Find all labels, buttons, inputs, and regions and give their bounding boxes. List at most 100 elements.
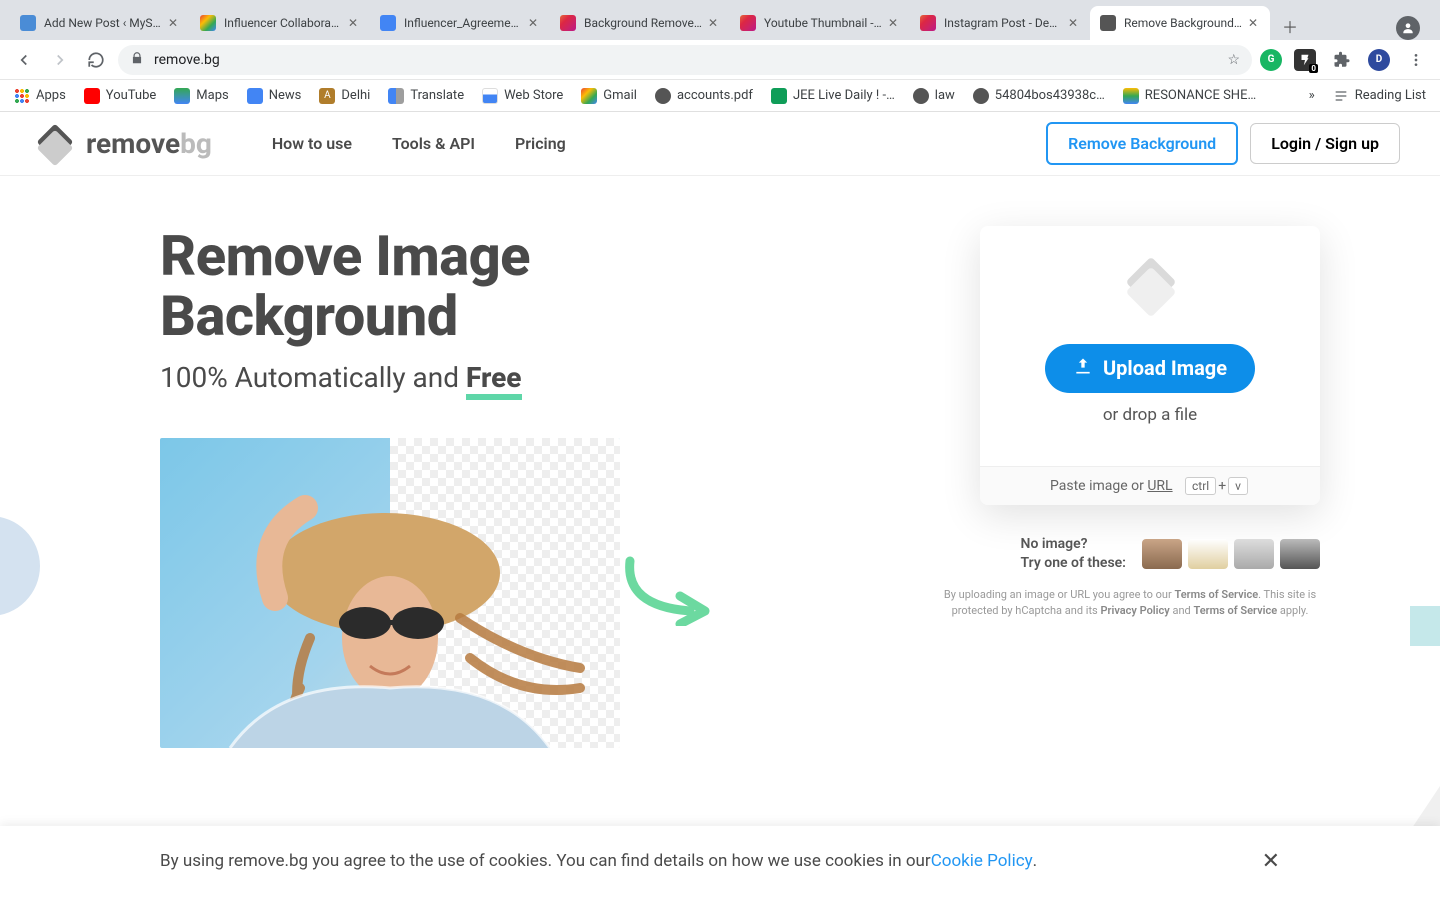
bm-accounts[interactable]: accounts.pdf (655, 88, 753, 104)
tab-5[interactable]: Instagram Post - Desi… ✕ (910, 6, 1090, 40)
drop-logo-icon (1115, 268, 1185, 318)
bm-resonance[interactable]: RESONANCE SHE… (1123, 88, 1256, 104)
try-text: No image? Try one of these: (1021, 535, 1126, 573)
close-icon[interactable]: ✕ (1246, 16, 1260, 30)
bm-label: RESONANCE SHE… (1145, 88, 1256, 103)
site-logo[interactable]: removebg (40, 127, 212, 160)
nav-howto[interactable]: How to use (272, 134, 352, 153)
title-line: Background (160, 283, 458, 349)
paste-url-link[interactable]: URL (1147, 478, 1172, 494)
close-icon[interactable]: ✕ (166, 16, 180, 30)
toolbar-extensions: G 0 D (1260, 46, 1430, 74)
bm-law[interactable]: law (913, 88, 955, 104)
drop-subtext: or drop a file (1103, 405, 1197, 425)
close-icon[interactable]: ✕ (346, 16, 360, 30)
close-icon[interactable]: ✕ (1066, 16, 1080, 30)
tab-strip: Add New Post ‹ MySm… ✕ Influencer Collab… (0, 0, 1440, 40)
chrome-frame: Add New Post ‹ MySm… ✕ Influencer Collab… (0, 0, 1440, 112)
remove-background-button[interactable]: Remove Background (1046, 122, 1238, 165)
tos-link-2[interactable]: Terms of Service (1193, 604, 1277, 617)
webstore-icon (482, 88, 498, 104)
browser-toolbar: remove.bg ☆ G 0 D (0, 40, 1440, 80)
tab-6[interactable]: Remove Background f… ✕ (1090, 6, 1270, 40)
drop-card: Upload Image or drop a file Paste image … (980, 226, 1320, 505)
upload-image-button[interactable]: Upload Image (1045, 344, 1255, 393)
main-content: Remove Image Background 100% Automatical… (0, 176, 1440, 896)
tab-2[interactable]: Influencer_Agreemen… ✕ (370, 6, 550, 40)
sheets-icon (771, 88, 787, 104)
bm-label: YouTube (106, 88, 157, 103)
address-bar[interactable]: remove.bg ☆ (118, 45, 1252, 75)
reload-button[interactable] (82, 46, 110, 74)
close-icon[interactable]: ✕ (886, 16, 900, 30)
profile-avatar-icon[interactable] (1396, 16, 1420, 40)
tos-link[interactable]: Terms of Service (1174, 588, 1258, 601)
bm-label: Gmail (603, 88, 637, 103)
drop-area[interactable]: Upload Image or drop a file (980, 226, 1320, 466)
tab-title: Instagram Post - Desi… (944, 16, 1062, 30)
upload-icon (1073, 356, 1093, 381)
forward-button[interactable] (46, 46, 74, 74)
drive-icon (1123, 88, 1139, 104)
close-icon[interactable]: ✕ (706, 16, 720, 30)
tab-4[interactable]: Youtube Thumbnail - … ✕ (730, 6, 910, 40)
bm-youtube[interactable]: YouTube (84, 88, 157, 104)
bm-gmail[interactable]: Gmail (581, 88, 637, 104)
back-button[interactable] (10, 46, 38, 74)
sample-thumb-2[interactable] (1188, 539, 1228, 569)
sub-free: Free (466, 361, 522, 394)
extension-icon-2[interactable]: D (1368, 49, 1390, 71)
bm-label: Maps (196, 88, 228, 103)
tab-0[interactable]: Add New Post ‹ MySm… ✕ (10, 6, 190, 40)
cookie-policy-link[interactable]: Cookie Policy (931, 851, 1033, 871)
bm-label: Reading List (1355, 88, 1426, 103)
hero-left: Remove Image Background 100% Automatical… (160, 226, 700, 896)
login-signup-button[interactable]: Login / Sign up (1250, 123, 1400, 164)
kbd-v: v (1228, 477, 1248, 495)
nav-pricing[interactable]: Pricing (515, 134, 566, 153)
tab-3[interactable]: Background Remover… ✕ (550, 6, 730, 40)
sample-thumb-4[interactable] (1280, 539, 1320, 569)
delhi-icon: A (319, 88, 335, 104)
kbd-plus: + (1218, 478, 1226, 494)
bm-bos[interactable]: 54804bos43938c… (973, 88, 1105, 104)
bm-news[interactable]: News (247, 88, 302, 104)
bm-webstore[interactable]: Web Store (482, 88, 563, 104)
nav-tools[interactable]: Tools & API (392, 134, 475, 153)
close-icon[interactable]: ✕ (526, 16, 540, 30)
bm-overflow[interactable]: » (1309, 88, 1315, 103)
drop-footer: Paste image or URL ctrl+v (980, 466, 1320, 505)
bm-label: Delhi (341, 88, 370, 103)
hero-title: Remove Image Background (160, 226, 700, 347)
favicon-icon (20, 15, 36, 31)
upload-label: Upload Image (1103, 356, 1227, 380)
bm-delhi[interactable]: A Delhi (319, 88, 370, 104)
maps-icon (174, 88, 190, 104)
bm-reading-list[interactable]: Reading List (1333, 88, 1426, 104)
bm-translate[interactable]: Translate (388, 88, 464, 104)
tab-1[interactable]: Influencer Collaborati… ✕ (190, 6, 370, 40)
legal-text: By uploading an image or URL you agree t… (940, 587, 1320, 620)
tab-strip-right (1396, 16, 1420, 40)
extension-icon[interactable]: 0 (1294, 49, 1316, 71)
star-icon[interactable]: ☆ (1227, 52, 1240, 68)
bm-label: Web Store (504, 88, 563, 103)
hero-demo-image (160, 438, 620, 748)
chrome-menu-button[interactable] (1402, 46, 1430, 74)
bm-apps[interactable]: Apps (14, 88, 66, 104)
bm-maps[interactable]: Maps (174, 88, 228, 104)
ext-badge: 0 (1309, 64, 1318, 73)
sample-thumb-1[interactable] (1142, 539, 1182, 569)
grammarly-ext-icon[interactable]: G (1260, 49, 1282, 71)
sample-thumb-3[interactable] (1234, 539, 1274, 569)
bm-label: Apps (36, 88, 66, 103)
extensions-button[interactable] (1328, 46, 1356, 74)
cookie-text: By using remove.bg you agree to the use … (160, 851, 931, 871)
bm-jee[interactable]: JEE Live Daily ! -… (771, 88, 895, 104)
privacy-link[interactable]: Privacy Policy (1100, 604, 1169, 617)
cookie-close-icon[interactable]: ✕ (1262, 849, 1280, 874)
pdf-icon (913, 88, 929, 104)
new-tab-button[interactable]: ＋ (1276, 12, 1304, 40)
reading-list-icon (1333, 88, 1349, 104)
legal-and: and (1170, 604, 1194, 617)
